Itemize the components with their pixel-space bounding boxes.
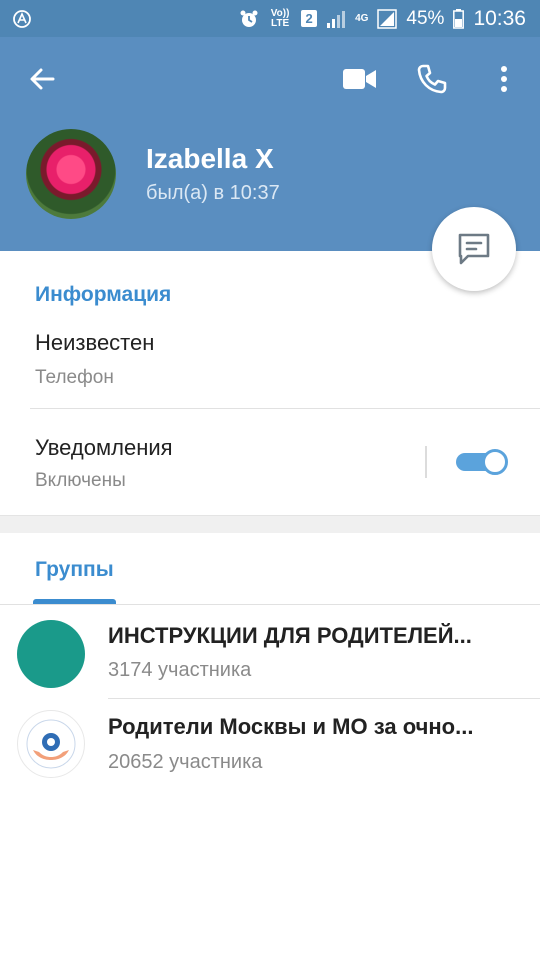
video-call-button[interactable] [338,59,382,99]
status-time: 10:36 [473,6,526,30]
last-seen-status: был(а) в 10:37 [146,182,280,204]
more-vert-icon [501,66,507,92]
alarm-icon [239,9,259,29]
group-avatar [17,710,85,778]
section-separator [0,515,540,533]
group-avatar [17,620,85,688]
profile-avatar[interactable] [26,129,116,219]
group-members: 3174 участника [108,659,252,681]
community-logo-icon [26,719,76,769]
send-message-button[interactable] [432,207,516,291]
toggle-knob [482,449,508,475]
back-button[interactable] [22,59,62,99]
phone-value: Неизвестен [35,330,155,355]
phone-icon [417,64,447,94]
battery-percent: 45% [406,7,445,29]
notifications-state: Включены [35,470,126,491]
sim-indicator: 2 [301,10,318,27]
group-avatar-poster [22,629,80,679]
profile-name: Izabella X [146,143,274,174]
more-options-button[interactable] [482,59,526,99]
info-section-title: Информация [35,283,172,306]
divider [108,698,540,699]
network-indicator: 4G [355,12,369,24]
phone-label: Телефон [35,367,114,388]
signal-strength-icon [377,8,398,29]
status-bar: Vo)) LTE 2 4G 45% 10:36 [0,0,540,37]
call-button[interactable] [410,59,454,99]
group-members: 20652 участника [108,751,263,773]
signal-icon [326,10,346,28]
toggle-separator [425,446,427,478]
message-icon [458,233,490,265]
app-notification-icon [12,9,32,29]
tabs-divider [0,604,540,605]
battery-icon [453,8,465,29]
group-name: Родители Москвы и МО за очно... [108,714,474,739]
volte-indicator: Vo)) LTE [270,7,290,29]
notifications-toggle[interactable] [456,449,508,475]
back-arrow-icon [30,68,55,90]
notifications-title: Уведомления [35,435,173,460]
group-name: ИНСТРУКЦИИ ДЛЯ РОДИТЕЛЕЙ... [108,623,472,648]
video-call-icon [343,69,376,89]
tab-groups[interactable]: Группы [35,558,114,582]
divider [30,408,540,409]
